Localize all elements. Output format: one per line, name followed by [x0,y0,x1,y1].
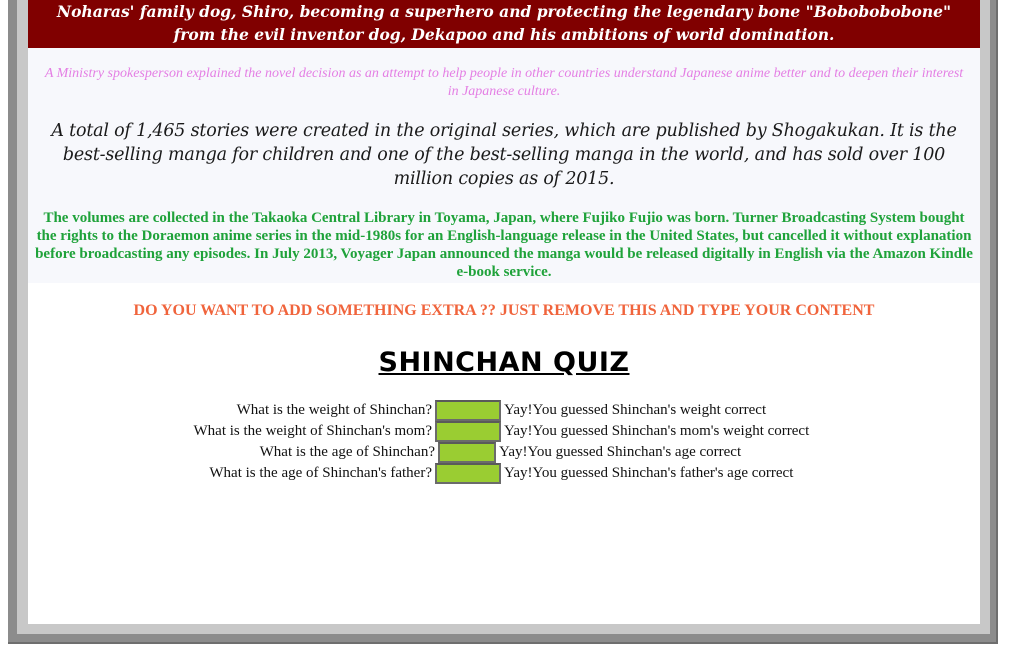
ministry-paragraph: A Ministry spokesperson explained the no… [44,66,964,99]
extra-content-prompt: DO YOU WANT TO ADD SOMETHING EXTRA ?? JU… [133,302,875,319]
question-label: What is the weight of Shinchan's mom? [193,423,433,439]
result-text: Yay!You guessed Shinchan's weight correc… [504,402,767,418]
result-text: Yay!You guessed Shinchan's father's age … [504,465,794,481]
quiz-title: SHINCHAN QUIZ [378,347,630,378]
result-text: Yay!You guessed Shinchan's mom's weight … [504,423,810,439]
question-label: What is the age of Shinchan's father? [209,465,432,481]
quiz-row-mom-weight: What is the weight of Shinchan's mom? Ya… [28,421,980,442]
shinchan-age-input[interactable] [438,442,496,463]
shinchan-weight-input[interactable] [435,400,501,421]
quiz-row-age: What is the age of Shinchan? Yay!You gue… [28,442,980,463]
stories-paragraph: A total of 1,465 stories were created in… [51,121,957,189]
question-label: What is the age of Shinchan? [259,444,435,460]
content-area: Noharas' family dog, Shiro, becoming a s… [28,0,980,624]
quiz-row-weight: What is the weight of Shinchan? Yay!You … [28,400,980,421]
result-text: Yay!You guessed Shinchan's age correct [499,444,742,460]
banner: Noharas' family dog, Shiro, becoming a s… [28,0,980,48]
quiz-form: What is the weight of Shinchan? Yay!You … [28,400,980,484]
mom-weight-input[interactable] [435,421,501,442]
question-label: What is the weight of Shinchan? [236,402,432,418]
quiz-row-father-age: What is the age of Shinchan's father? Ya… [28,463,980,484]
info-section: A Ministry spokesperson explained the no… [28,48,980,283]
father-age-input[interactable] [435,463,501,484]
volumes-paragraph: The volumes are collected in the Takaoka… [35,210,973,280]
page-frame: Noharas' family dog, Shiro, becoming a s… [0,0,1010,654]
